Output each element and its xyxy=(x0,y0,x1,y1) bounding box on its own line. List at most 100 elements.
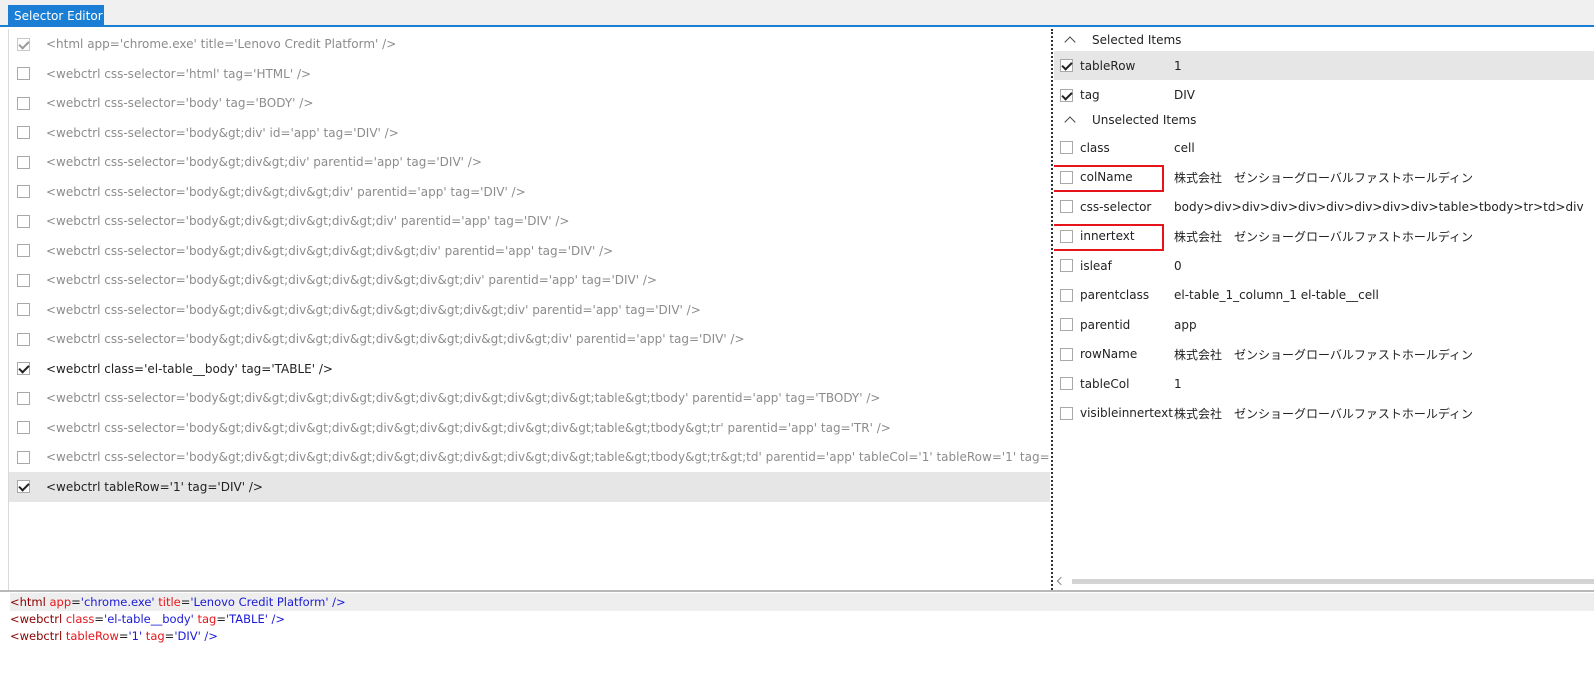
attribute-value: 1 xyxy=(1174,58,1182,73)
attribute-value: 1 xyxy=(1174,376,1182,391)
node-row[interactable]: <webctrl css-selector='body&gt;div&gt;di… xyxy=(9,383,1050,413)
node-checkbox[interactable] xyxy=(17,155,30,169)
node-checkbox[interactable] xyxy=(17,126,30,139)
attribute-row-tablecol[interactable]: tableCol 1 xyxy=(1054,369,1594,398)
attribute-checkbox[interactable] xyxy=(1060,59,1073,72)
xml-line: <webctrl tableRow='1' tag='DIV' /> xyxy=(10,627,218,645)
node-row[interactable]: <webctrl css-selector='body&gt;div&gt;di… xyxy=(9,236,1050,266)
xml-token-attr: class xyxy=(65,612,95,626)
highlight-annotation-box xyxy=(1054,223,1164,251)
attribute-name: tableCol xyxy=(1080,376,1130,391)
chevron-up-icon[interactable] xyxy=(1064,116,1076,128)
node-checkbox[interactable] xyxy=(17,391,30,405)
node-row[interactable]: <html app='chrome.exe' title='Lenovo Cre… xyxy=(9,29,1050,59)
node-row[interactable]: <webctrl css-selector='body&gt;div&gt;di… xyxy=(9,177,1050,207)
scroll-left-icon[interactable] xyxy=(1056,576,1066,586)
node-row[interactable]: <webctrl css-selector='body&gt;div&gt;di… xyxy=(9,147,1050,177)
node-checkbox[interactable] xyxy=(17,362,30,375)
attribute-row-tag[interactable]: tag DIV xyxy=(1054,81,1594,110)
node-checkbox[interactable] xyxy=(17,273,30,287)
node-row[interactable]: <webctrl css-selector='body' tag='BODY' … xyxy=(9,88,1050,118)
node-checkbox[interactable] xyxy=(17,450,30,464)
xml-line: <html app='chrome.exe' title='Lenovo Cre… xyxy=(10,593,1594,611)
attribute-row-tablerow[interactable]: tableRow 1 xyxy=(1054,51,1594,80)
attribute-name: class xyxy=(1080,140,1110,155)
attribute-checkbox[interactable] xyxy=(1060,318,1073,331)
node-row[interactable]: <webctrl css-selector='body&gt;div&gt;di… xyxy=(9,413,1050,443)
node-selector-text: <webctrl css-selector='body&gt;div&gt;di… xyxy=(46,214,570,228)
attribute-value: 株式会社 ゼンショーグローバルファストホールディン xyxy=(1174,170,1474,185)
node-checkbox[interactable] xyxy=(17,303,30,316)
node-checkbox[interactable] xyxy=(17,67,30,80)
node-selector-text: <webctrl css-selector='body&gt;div&gt;di… xyxy=(46,184,526,199)
node-row[interactable]: <webctrl class='el-table__body' tag='TAB… xyxy=(9,354,1050,384)
attribute-row-parentclass[interactable]: parentclass el-table_1_column_1 el-table_… xyxy=(1054,281,1594,310)
node-selector-text: <html app='chrome.exe' title='Lenovo Cre… xyxy=(46,37,397,51)
node-selector-text: <webctrl css-selector='body&gt;div&gt;di… xyxy=(46,243,614,258)
attribute-checkbox[interactable] xyxy=(1060,377,1073,390)
node-checkbox[interactable] xyxy=(17,37,30,51)
attribute-row-class[interactable]: class cell xyxy=(1054,133,1594,162)
attribute-checkbox[interactable] xyxy=(1060,200,1073,213)
attribute-value: el-table_1_column_1 el-table__cell xyxy=(1174,288,1379,302)
attribute-name: visibleinnertext xyxy=(1080,406,1173,420)
node-checkbox[interactable] xyxy=(17,244,30,257)
node-row[interactable]: <webctrl css-selector='body&gt;div&gt;di… xyxy=(9,206,1050,236)
attribute-checkbox[interactable] xyxy=(1060,406,1073,420)
scrollbar-thumb[interactable] xyxy=(1072,579,1594,584)
node-selector-text: <webctrl css-selector='body' tag='BODY' … xyxy=(46,96,314,110)
attribute-checkbox[interactable] xyxy=(1060,88,1073,102)
xml-token-eq: = xyxy=(71,595,81,609)
pane-splitter[interactable] xyxy=(1051,29,1053,590)
xml-token-end: /> xyxy=(328,595,346,609)
node-selector-text: <webctrl css-selector='body&gt;div&gt;di… xyxy=(46,273,657,287)
xml-token-attr: tag xyxy=(142,629,165,643)
attribute-value: body>div>div>div>div>div>div>div>div>tab… xyxy=(1174,199,1584,214)
node-row[interactable]: <webctrl tableRow='1' tag='DIV' /> xyxy=(9,471,1050,502)
node-checkbox[interactable] xyxy=(17,96,30,110)
node-row[interactable]: <webctrl css-selector='body&gt;div&gt;di… xyxy=(9,265,1050,295)
xml-token-eq: = xyxy=(180,595,191,609)
xml-token-end: /> xyxy=(267,612,286,626)
xml-token-attr: title xyxy=(154,595,181,609)
attribute-name: rowName xyxy=(1080,347,1138,361)
attribute-checkbox[interactable] xyxy=(1060,288,1073,302)
horizontal-scrollbar[interactable] xyxy=(1056,576,1594,587)
node-selector-text: <webctrl tableRow='1' tag='DIV' /> xyxy=(46,479,263,494)
unselected-items-header[interactable]: Unselected Items xyxy=(1054,109,1594,131)
node-checkbox[interactable] xyxy=(17,332,30,346)
attribute-name: isleaf xyxy=(1080,258,1112,273)
node-checkbox[interactable] xyxy=(17,185,30,198)
tab-selector-editor[interactable]: Selector Editor xyxy=(8,5,104,27)
node-checkbox[interactable] xyxy=(17,480,30,493)
node-row[interactable]: <webctrl css-selector='body&gt;div&gt;di… xyxy=(9,324,1050,354)
attribute-row-parentid[interactable]: parentid app xyxy=(1054,310,1594,339)
attribute-value: 株式会社 ゼンショーグローバルファストホールディン xyxy=(1174,406,1474,421)
selector-xml-preview[interactable]: <html app='chrome.exe' title='Lenovo Cre… xyxy=(0,590,1594,680)
xml-token-val: 'el-table__body' xyxy=(104,612,194,626)
selected-items-header[interactable]: Selected Items xyxy=(1054,29,1594,51)
node-row[interactable]: <webctrl css-selector='body&gt;div&gt;di… xyxy=(9,442,1050,472)
attribute-row-css-selector[interactable]: css-selector body>div>div>div>div>div>div… xyxy=(1054,192,1594,221)
node-row[interactable]: <webctrl css-selector='html' tag='HTML' … xyxy=(9,59,1050,89)
attribute-checkbox[interactable] xyxy=(1060,347,1073,361)
attribute-value: cell xyxy=(1174,140,1195,155)
attribute-row-isleaf[interactable]: isleaf 0 xyxy=(1054,251,1594,280)
chevron-up-icon[interactable] xyxy=(1064,36,1076,48)
attribute-row-rowname[interactable]: rowName 株式会社 ゼンショーグローバルファストホールディン xyxy=(1054,340,1594,369)
node-checkbox[interactable] xyxy=(17,421,30,434)
node-row[interactable]: <webctrl css-selector='body&gt;div&gt;di… xyxy=(9,295,1050,325)
attribute-row-visibleinnertext[interactable]: visibleinnertext 株式会社 ゼンショーグローバルファストホールディ… xyxy=(1054,399,1594,428)
node-selector-text: <webctrl css-selector='body&gt;div&gt;di… xyxy=(46,155,482,169)
node-row[interactable]: <webctrl css-selector='body&gt;div' id='… xyxy=(9,118,1050,148)
xml-token-attr: tag xyxy=(193,612,217,626)
xml-token-val: '1' xyxy=(128,629,143,643)
node-selector-text: <webctrl css-selector='body&gt;div&gt;di… xyxy=(46,420,891,435)
node-selector-text: <webctrl css-selector='body&gt;div&gt;di… xyxy=(46,302,701,317)
node-selector-text: <webctrl class='el-table__body' tag='TAB… xyxy=(46,361,333,376)
node-checkbox[interactable] xyxy=(17,214,30,228)
attribute-name: css-selector xyxy=(1080,199,1152,214)
tab-bar: Selector Editor xyxy=(0,0,1594,27)
attribute-checkbox[interactable] xyxy=(1060,259,1073,272)
attribute-checkbox[interactable] xyxy=(1060,141,1073,154)
